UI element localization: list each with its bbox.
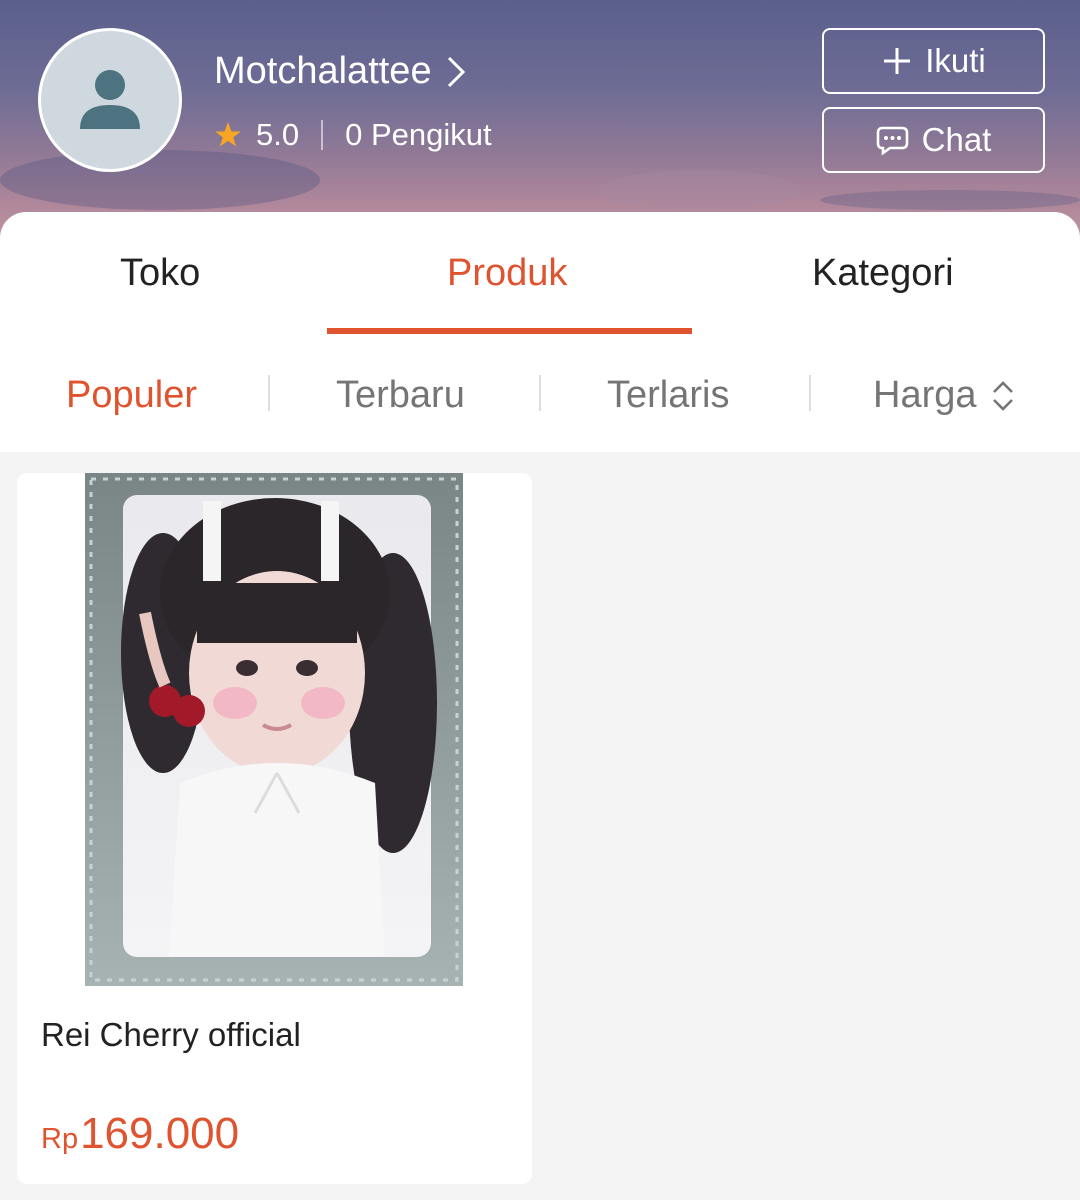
header-cloud (600, 170, 800, 210)
price-currency: Rp (41, 1123, 79, 1155)
shop-stats: 5.0 0 Pengikut (214, 117, 492, 153)
stats-divider (321, 120, 324, 150)
sort-harga-label: Harga (873, 374, 977, 416)
product-title[interactable]: Rei Cherry official (41, 1016, 301, 1054)
header-cloud (0, 150, 320, 210)
product-card[interactable]: Rei Cherry official Rp 169.000 (17, 473, 532, 1184)
follow-button[interactable]: Ikuti (822, 28, 1045, 94)
sort-harga[interactable]: Harga (873, 374, 1015, 417)
shop-name-link[interactable]: Motchalattee (214, 50, 466, 93)
tab-kategori[interactable]: Kategori (812, 252, 954, 295)
star-icon (215, 122, 241, 147)
product-image[interactable] (85, 473, 463, 986)
chat-bubble-icon (876, 126, 908, 156)
shop-name: Motchalattee (214, 50, 432, 92)
sort-divider (539, 375, 541, 411)
shop-tabs-panel: Toko Produk Kategori Populer Terbaru Ter… (0, 212, 1080, 452)
avatar-placeholder-icon (80, 70, 140, 129)
chat-label: Chat (921, 121, 992, 158)
sort-populer[interactable]: Populer (66, 374, 197, 417)
active-tab-indicator (327, 328, 692, 334)
header-cloud (820, 190, 1080, 210)
shop-avatar[interactable] (38, 28, 182, 172)
price-amount: 169.000 (80, 1109, 240, 1158)
shop-followers: 0 Pengikut (345, 117, 492, 152)
sort-arrows-icon (992, 380, 1013, 411)
shop-rating: 5.0 (256, 117, 300, 152)
chat-button[interactable]: Chat (822, 107, 1045, 173)
tab-toko[interactable]: Toko (120, 252, 200, 295)
sort-divider (268, 375, 270, 411)
plus-icon (884, 48, 911, 74)
sort-divider (809, 375, 811, 411)
product-price: Rp 169.000 (41, 1109, 239, 1159)
chevron-right-icon (447, 56, 465, 87)
sort-terbaru[interactable]: Terbaru (336, 374, 465, 417)
sort-terlaris[interactable]: Terlaris (607, 374, 729, 417)
tab-produk[interactable]: Produk (447, 252, 567, 295)
follow-label: Ikuti (925, 42, 986, 79)
